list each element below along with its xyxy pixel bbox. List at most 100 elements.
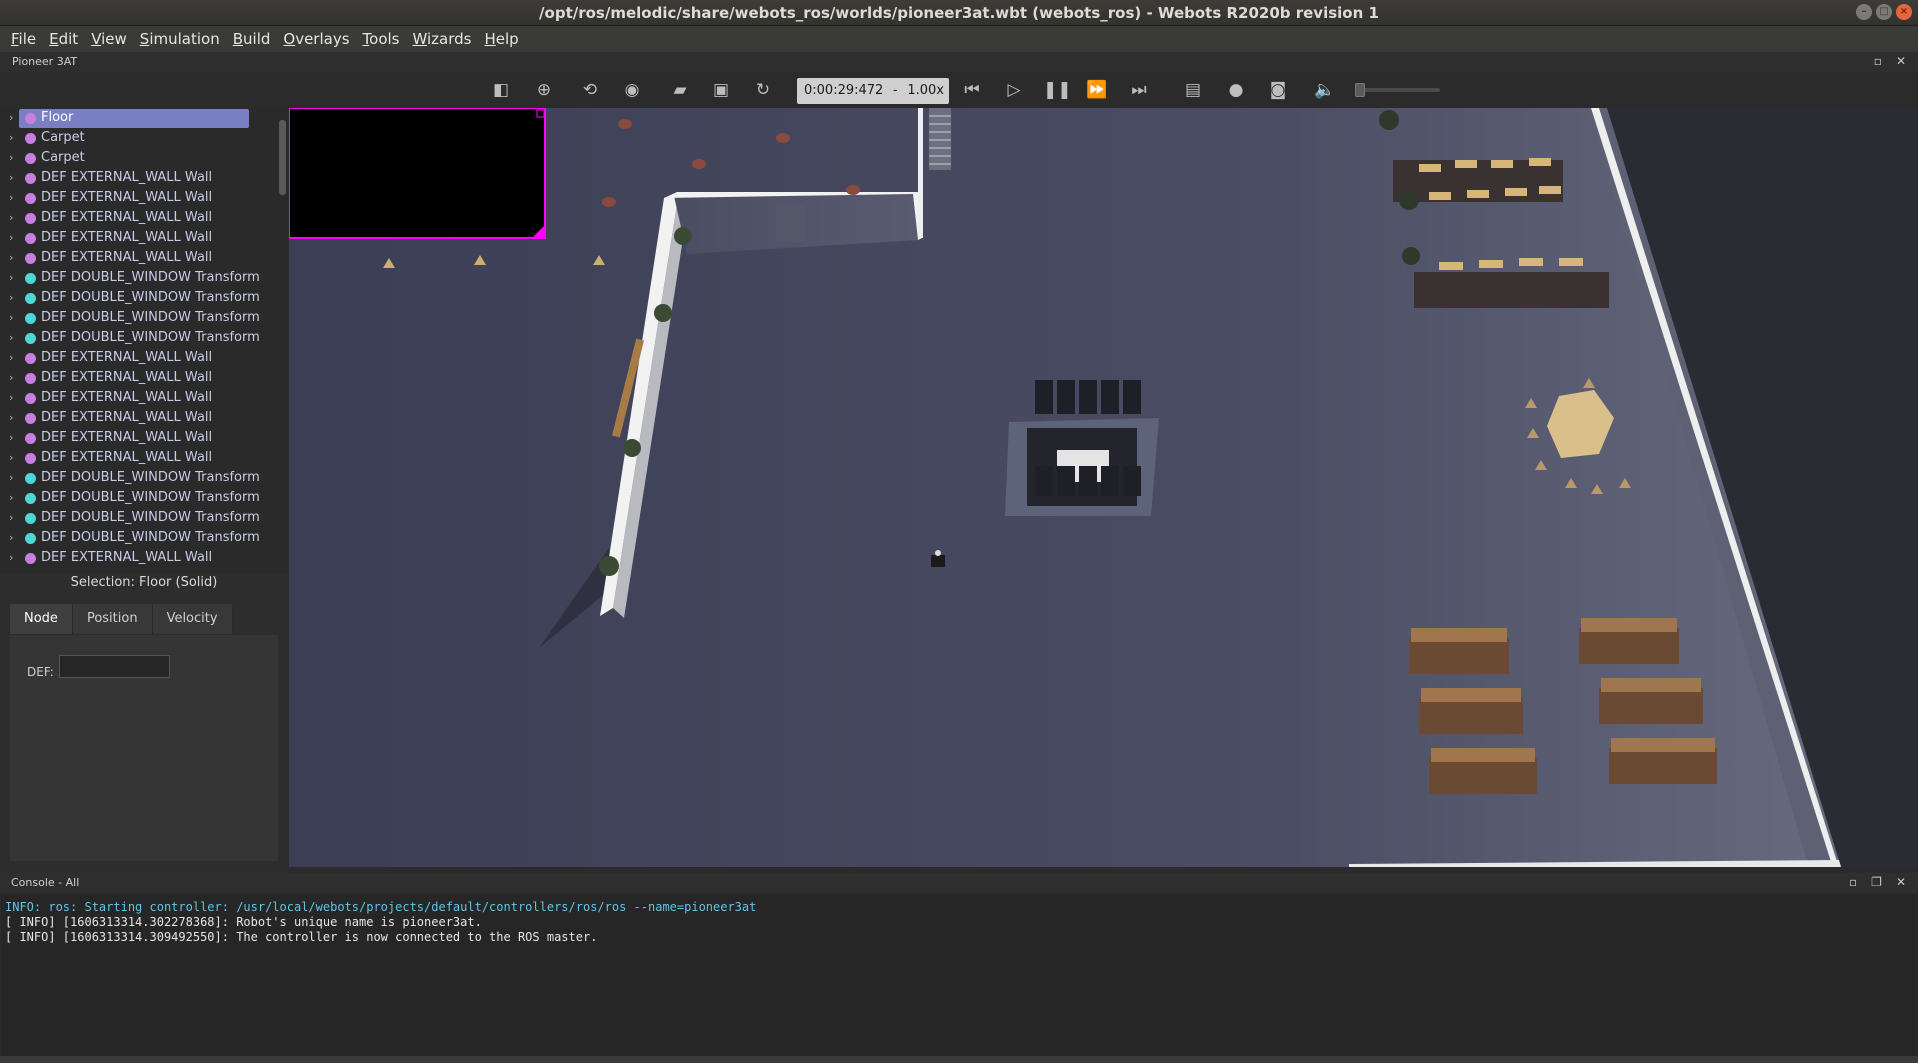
- expand-arrow-icon[interactable]: ›: [9, 428, 13, 448]
- console-close-icon[interactable]: ✕: [1896, 875, 1906, 889]
- pause-icon[interactable]: ❚❚: [1043, 78, 1072, 102]
- close-button[interactable]: ×: [1896, 4, 1912, 20]
- tab-position[interactable]: Position: [72, 604, 153, 634]
- expand-arrow-icon[interactable]: ›: [9, 108, 13, 128]
- expand-arrow-icon[interactable]: ›: [9, 408, 13, 428]
- transform-node-icon: [25, 333, 36, 344]
- expand-arrow-icon[interactable]: ›: [9, 448, 13, 468]
- reload-world-icon[interactable]: ↻: [751, 78, 775, 102]
- menu-item[interactable]: View: [86, 26, 135, 52]
- menu-item[interactable]: Overlays: [278, 26, 357, 52]
- fastest-icon[interactable]: ⏭: [1127, 78, 1151, 102]
- scene-tree-item[interactable]: › DEF EXTERNAL_WALL Wall: [0, 228, 288, 248]
- scene-tree-item[interactable]: › DEF DOUBLE_WINDOW Transform: [0, 528, 288, 548]
- expand-arrow-icon[interactable]: ›: [9, 368, 13, 388]
- scene-tree-item[interactable]: › DEF EXTERNAL_WALL Wall: [0, 168, 288, 188]
- 3d-view[interactable]: [289, 108, 1918, 867]
- volume-slider[interactable]: [1355, 83, 1440, 97]
- toggle-scene-tree-icon[interactable]: ◧: [489, 78, 513, 102]
- solid-node-icon: [25, 233, 36, 244]
- scene-tree-scrollbar-thumb[interactable]: [279, 120, 286, 195]
- record-animation-icon[interactable]: ●: [1224, 78, 1248, 102]
- tab-velocity[interactable]: Velocity: [152, 604, 233, 634]
- screenshot-icon[interactable]: ◙: [1266, 78, 1290, 102]
- expand-arrow-icon[interactable]: ›: [9, 168, 13, 188]
- record-movie-icon[interactable]: ▤: [1181, 78, 1205, 102]
- menu-item[interactable]: File: [6, 26, 44, 52]
- reset-view-icon[interactable]: ⟲: [578, 78, 602, 102]
- scene-tree-item[interactable]: › DEF DOUBLE_WINDOW Transform: [0, 328, 288, 348]
- wall-door: [776, 204, 806, 242]
- scene-tree-item[interactable]: › Carpet: [0, 128, 288, 148]
- scene-tree-item[interactable]: › DEF DOUBLE_WINDOW Transform: [0, 508, 288, 528]
- expand-arrow-icon[interactable]: ›: [9, 348, 13, 368]
- fast-forward-icon[interactable]: ⏩: [1085, 78, 1109, 102]
- scene-tree-item[interactable]: › DEF EXTERNAL_WALL Wall: [0, 548, 288, 568]
- expand-arrow-icon[interactable]: ›: [9, 208, 13, 228]
- scene-tree-scrollbar[interactable]: [279, 108, 287, 573]
- save-world-icon[interactable]: ▣: [709, 78, 733, 102]
- add-node-icon[interactable]: ⊕: [532, 78, 556, 102]
- scene-tree-item[interactable]: › DEF DOUBLE_WINDOW Transform: [0, 308, 288, 328]
- scene-tree-item[interactable]: › DEF DOUBLE_WINDOW Transform: [0, 268, 288, 288]
- expand-arrow-icon[interactable]: ›: [9, 268, 13, 288]
- volume-slider-handle[interactable]: [1355, 83, 1365, 97]
- expand-arrow-icon[interactable]: ›: [9, 528, 13, 548]
- menu-item[interactable]: Simulation: [135, 26, 228, 52]
- menu-item-mnemonic: O: [283, 30, 296, 48]
- scene-tree-item[interactable]: › DEF EXTERNAL_WALL Wall: [0, 348, 288, 368]
- 3d-scene[interactable]: [289, 108, 1918, 867]
- expand-arrow-icon[interactable]: ›: [9, 488, 13, 508]
- menu-item[interactable]: Wizards: [408, 26, 480, 52]
- expand-arrow-icon[interactable]: ›: [9, 548, 13, 568]
- expand-arrow-icon[interactable]: ›: [9, 228, 13, 248]
- scene-tree-item[interactable]: › Carpet: [0, 148, 288, 168]
- solid-node-icon: [25, 213, 36, 224]
- expand-arrow-icon[interactable]: ›: [9, 328, 13, 348]
- menu-item-label: dit: [58, 30, 79, 48]
- minimize-button[interactable]: –: [1856, 4, 1872, 20]
- def-input[interactable]: [59, 655, 170, 678]
- step-icon[interactable]: ▷: [1002, 78, 1026, 102]
- scene-tree-item[interactable]: › DEF EXTERNAL_WALL Wall: [0, 248, 288, 268]
- console-float-icon[interactable]: ▫: [1849, 875, 1857, 889]
- view-icon[interactable]: ◉: [620, 78, 644, 102]
- scene-tree-item[interactable]: › DEF EXTERNAL_WALL Wall: [0, 428, 288, 448]
- expand-arrow-icon[interactable]: ›: [9, 388, 13, 408]
- scene-tree-item[interactable]: › DEF EXTERNAL_WALL Wall: [0, 208, 288, 228]
- menu-item[interactable]: Edit: [44, 26, 86, 52]
- scene-tree-item[interactable]: › DEF EXTERNAL_WALL Wall: [0, 408, 288, 428]
- maximize-button[interactable]: □: [1876, 4, 1892, 20]
- camera-overlay[interactable]: [289, 108, 546, 239]
- close-dock-icon[interactable]: ✕: [1896, 54, 1906, 68]
- open-world-icon[interactable]: ▰: [668, 78, 692, 102]
- transform-node-icon: [25, 533, 36, 544]
- scene-tree-item[interactable]: › Floor: [0, 108, 288, 128]
- expand-arrow-icon[interactable]: ›: [9, 188, 13, 208]
- menu-item[interactable]: Tools: [358, 26, 408, 52]
- scene-tree-item[interactable]: › DEF DOUBLE_WINDOW Transform: [0, 468, 288, 488]
- scene-tree-item[interactable]: › DEF EXTERNAL_WALL Wall: [0, 448, 288, 468]
- expand-arrow-icon[interactable]: ›: [9, 248, 13, 268]
- console-output[interactable]: INFO: ros: Starting controller: /usr/loc…: [1, 894, 1917, 1056]
- expand-arrow-icon[interactable]: ›: [9, 308, 13, 328]
- scene-tree-item[interactable]: › DEF DOUBLE_WINDOW Transform: [0, 288, 288, 308]
- expand-arrow-icon[interactable]: ›: [9, 508, 13, 528]
- expand-arrow-icon[interactable]: ›: [9, 148, 13, 168]
- menu-item[interactable]: Help: [480, 26, 527, 52]
- menu-item[interactable]: Build: [228, 26, 279, 52]
- expand-arrow-icon[interactable]: ›: [9, 288, 13, 308]
- tab-node[interactable]: Node: [10, 604, 73, 634]
- scene-tree-item[interactable]: › DEF DOUBLE_WINDOW Transform: [0, 488, 288, 508]
- scene-tree-item[interactable]: › DEF EXTERNAL_WALL Wall: [0, 188, 288, 208]
- mute-icon[interactable]: 🔈: [1313, 78, 1337, 102]
- expand-arrow-icon[interactable]: ›: [9, 468, 13, 488]
- solid-node-icon: [25, 453, 36, 464]
- scene-tree-item[interactable]: › DEF EXTERNAL_WALL Wall: [0, 388, 288, 408]
- menu-item-mnemonic: B: [232, 30, 244, 48]
- expand-arrow-icon[interactable]: ›: [9, 128, 13, 148]
- console-restore-icon[interactable]: ❐: [1871, 875, 1882, 889]
- step-back-icon[interactable]: ⏮: [960, 78, 984, 102]
- float-dock-icon[interactable]: ▫: [1874, 54, 1882, 68]
- scene-tree-item[interactable]: › DEF EXTERNAL_WALL Wall: [0, 368, 288, 388]
